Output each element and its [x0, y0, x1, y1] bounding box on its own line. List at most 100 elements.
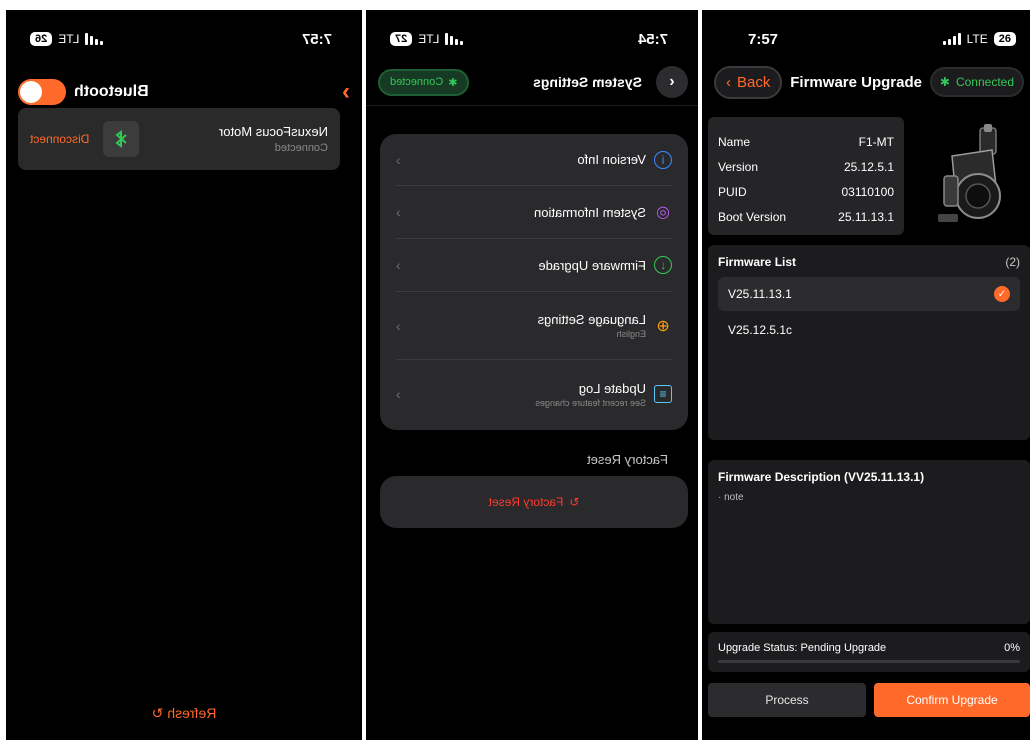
- settings-row-title: Version Info: [577, 152, 646, 167]
- process-button[interactable]: Process: [708, 683, 866, 717]
- network-label: LTE: [966, 32, 988, 46]
- device-info-card: Name F1-MT Version 25.12.5.1 PUID 031101…: [708, 117, 904, 235]
- settings-list: i Version Info › ◎ System Information › …: [380, 134, 688, 430]
- info-row-name: Name F1-MT: [718, 129, 894, 154]
- bluetooth-title-group: Bluetooth: [18, 79, 149, 105]
- back-button[interactable]: ‹ Back: [714, 65, 783, 99]
- settings-row-label: Update Log See recent feature changes: [401, 381, 646, 408]
- firmware-list: Firmware List (2) V25.11.13.1 ✓ V25.12.5…: [708, 245, 1030, 440]
- bluetooth-icon: [103, 121, 140, 157]
- upgrade-percent: 0%: [1004, 642, 1020, 654]
- battery-icon: 26: [993, 32, 1016, 46]
- info-value: F1-MT: [858, 134, 894, 149]
- device-card[interactable]: NexusFocus Motor Connected Disconnect: [18, 108, 340, 170]
- disconnect-button[interactable]: Disconnect: [30, 132, 89, 146]
- info-icon: i: [654, 150, 672, 169]
- firmware-item[interactable]: V25.12.5.1c: [718, 313, 1020, 347]
- settings-row-title: Update Log: [578, 380, 646, 396]
- system-settings-content: 7:54 LTE 27 ‹ System Settings ✱ Connecte…: [366, 10, 698, 740]
- firmware-item[interactable]: V25.11.13.1 ✓: [718, 277, 1020, 311]
- toggle-knob: [20, 81, 42, 103]
- connected-label: Connected: [955, 75, 1014, 89]
- refresh-icon: ↻: [151, 705, 164, 721]
- bluetooth-icon: ✱: [448, 76, 458, 89]
- settings-row-title: Language Settings: [537, 312, 646, 327]
- firmware-description: Firmware Description (VV25.11.13.1) · no…: [708, 460, 1030, 624]
- connected-label: Connected: [390, 76, 444, 88]
- download-icon: ↓: [654, 256, 672, 274]
- settings-row-firmware-upgrade[interactable]: ↓ Firmware Upgrade ›: [396, 239, 672, 292]
- connected-badge: ✱ Connected: [929, 67, 1024, 97]
- status-bar: 7:54 LTE 27: [366, 10, 698, 68]
- info-value: 03110100: [841, 184, 895, 199]
- signal-icon: [85, 33, 104, 45]
- settings-row-title: System Information: [534, 204, 646, 220]
- info-label: Name: [718, 134, 751, 149]
- status-indicators: LTE 27: [390, 32, 464, 46]
- signal-icon: [942, 33, 961, 45]
- settings-row-update-log[interactable]: ≡ Update Log See recent feature changes …: [396, 360, 672, 428]
- network-label: LTE: [58, 32, 80, 46]
- settings-row-label: Version Info: [401, 152, 646, 167]
- settings-row-version-info[interactable]: i Version Info ›: [396, 134, 672, 186]
- target-icon: ◎: [656, 204, 670, 221]
- settings-header: ‹ System Settings ✱ Connected: [378, 66, 688, 98]
- settings-row-system-information[interactable]: ◎ System Information ›: [396, 186, 672, 239]
- battery-icon: 26: [30, 32, 53, 46]
- chevron-icon: ›: [396, 151, 401, 168]
- status-time: 7:57: [748, 30, 779, 48]
- page-title: Firmware Upgrade: [790, 73, 922, 91]
- connected-badge: ✱ Connected: [378, 68, 470, 96]
- refresh-label: Refresh: [167, 705, 217, 721]
- confirm-upgrade-button[interactable]: Confirm Upgrade: [874, 683, 1030, 717]
- firmware-list-title: Firmware List: [718, 255, 797, 269]
- status-time: 7:57: [301, 30, 332, 48]
- info-row-puid: PUID 03110100: [718, 179, 894, 204]
- info-label: PUID: [718, 184, 747, 199]
- back-label: Back: [737, 73, 771, 91]
- chevron-icon: ›: [396, 257, 401, 273]
- bluetooth-screen: 7:57 LTE 26 › Bluetooth NexusFocus Motor…: [6, 10, 362, 740]
- firmware-list-count: (2): [1005, 255, 1020, 269]
- settings-row-label: Language Settings English: [401, 312, 646, 339]
- bluetooth-toggle[interactable]: [18, 79, 66, 105]
- back-button[interactable]: ‹: [656, 66, 688, 98]
- settings-row-language-settings[interactable]: ⊕ Language Settings English ›: [396, 292, 672, 360]
- info-row-version: Version 25.12.5.1: [718, 154, 894, 179]
- chevron-icon[interactable]: ›: [342, 78, 350, 106]
- firmware-upgrade-screen: 7:57 LTE 26 ‹ Back Firmware Upgrade ✱ Co…: [702, 10, 1030, 740]
- chevron-icon: ›: [396, 317, 401, 334]
- refresh-button[interactable]: Refresh ↻: [6, 705, 362, 722]
- upgrade-status-card: Upgrade Status: Pending Upgrade 0%: [708, 632, 1030, 672]
- reset-icon: ↻: [569, 495, 580, 509]
- motor-device-image: [938, 124, 1001, 222]
- battery-icon: 27: [390, 32, 413, 46]
- upgrade-status-row: Upgrade Status: Pending Upgrade 0%: [718, 642, 1020, 654]
- status-time: 7:54: [637, 30, 668, 48]
- firmware-version: V25.11.13.1: [728, 287, 792, 301]
- upgrade-progress-bar: [718, 660, 1020, 663]
- system-settings-screen: 7:54 LTE 27 ‹ System Settings ✱ Connecte…: [366, 10, 698, 740]
- settings-row-subtitle: English: [616, 329, 646, 339]
- factory-reset-button[interactable]: ↻ Factory Reset: [380, 476, 688, 528]
- info-label: Version: [718, 159, 759, 174]
- upgrade-status-label: Upgrade Status: Pending Upgrade: [718, 642, 887, 654]
- section-label-factory-reset: Factory Reset: [587, 452, 668, 467]
- chevron-icon: ›: [396, 386, 401, 402]
- firmware-header: ‹ Back Firmware Upgrade ✱ Connected: [714, 64, 1024, 100]
- factory-reset-label: Factory Reset: [488, 495, 564, 509]
- check-icon: ✓: [994, 286, 1010, 302]
- status-bar: 7:57 LTE 26: [702, 10, 1030, 68]
- firmware-version: V25.12.5.1c: [728, 323, 793, 337]
- status-indicators: LTE 26: [30, 32, 104, 46]
- settings-row-subtitle: See recent feature changes: [535, 397, 646, 408]
- firmware-list-header: Firmware List (2): [718, 255, 1020, 269]
- bluetooth-screen-content: 7:57 LTE 26 › Bluetooth NexusFocus Motor…: [6, 10, 362, 740]
- info-value: 25.12.5.1: [843, 159, 894, 174]
- chevron-left-icon: ‹: [726, 73, 731, 91]
- signal-icon: [445, 33, 464, 45]
- settings-row-title: Firmware Upgrade: [538, 257, 646, 273]
- device-text: NexusFocus Motor Connected: [153, 124, 328, 154]
- description-title: Firmware Description (VV25.11.13.1): [718, 470, 925, 484]
- status-indicators: LTE 26: [942, 32, 1016, 46]
